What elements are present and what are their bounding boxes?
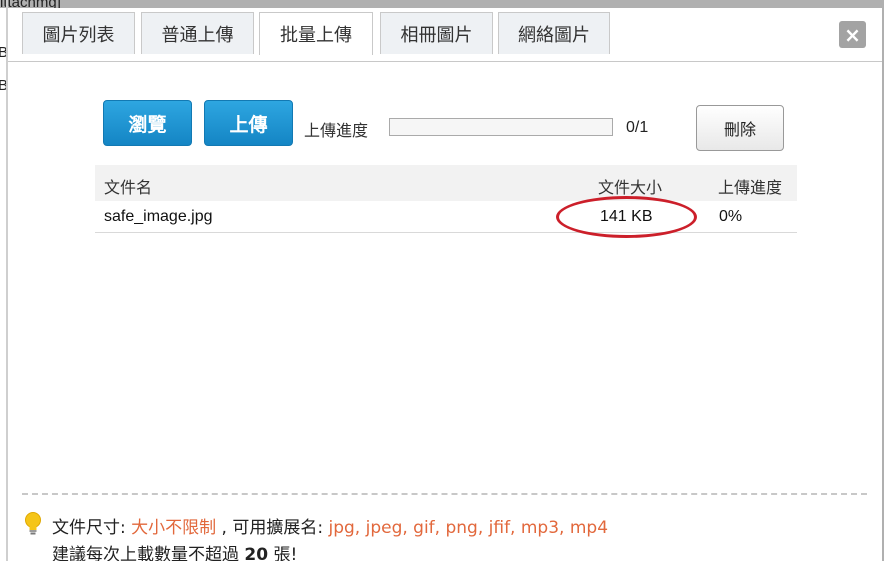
close-icon[interactable]: × bbox=[839, 21, 866, 48]
progress-label: 上傳進度 bbox=[304, 121, 369, 140]
cell-progress: 0% bbox=[719, 208, 743, 225]
advice-prefix: 建議每次上載數量不超過 bbox=[52, 545, 245, 561]
background-overlay bbox=[0, 0, 884, 8]
header-progress: 上傳進度 bbox=[718, 178, 783, 197]
tab-web-images[interactable]: 網絡圖片 bbox=[498, 12, 610, 54]
divider bbox=[22, 493, 867, 495]
header-filesize: 文件大小 bbox=[598, 178, 663, 197]
file-info-line: 文件尺寸: 大小不限制 , 可用擴展名: jpg, jpeg, gif, png… bbox=[52, 513, 608, 538]
tab-batch-upload[interactable]: 批量上傳 bbox=[259, 12, 373, 55]
upload-dialog bbox=[8, 8, 882, 561]
ext-label: , 可用擴展名: bbox=[216, 518, 329, 538]
tab-album-images[interactable]: 相冊圖片 bbox=[380, 12, 493, 54]
progress-count: 0/1 bbox=[626, 119, 649, 136]
size-label: 文件尺寸: bbox=[52, 518, 132, 538]
highlight-ellipse bbox=[556, 196, 697, 238]
table-header: 文件名 文件大小 上傳進度 bbox=[95, 165, 797, 201]
cell-filename: safe_image.jpg bbox=[104, 208, 213, 225]
browse-button[interactable]: 瀏覽 bbox=[103, 100, 192, 146]
header-filename: 文件名 bbox=[104, 178, 153, 197]
ext-value: jpg, jpeg, gif, png, jfif, mp3, mp4 bbox=[328, 518, 609, 538]
progress-bar bbox=[389, 118, 613, 136]
advice-count: 20 bbox=[244, 545, 269, 561]
delete-button[interactable]: 刪除 bbox=[696, 105, 784, 151]
tab-image-list[interactable]: 圖片列表 bbox=[22, 12, 135, 54]
advice-line: 建議每次上載數量不超過 20 張! bbox=[52, 540, 297, 561]
advice-suffix: 張! bbox=[268, 545, 298, 561]
lightbulb-icon bbox=[25, 512, 41, 535]
dialog-border bbox=[6, 0, 8, 561]
size-value: 大小不限制 bbox=[131, 518, 217, 538]
upload-button[interactable]: 上傳 bbox=[204, 100, 293, 146]
tab-normal-upload[interactable]: 普通上傳 bbox=[141, 12, 254, 54]
